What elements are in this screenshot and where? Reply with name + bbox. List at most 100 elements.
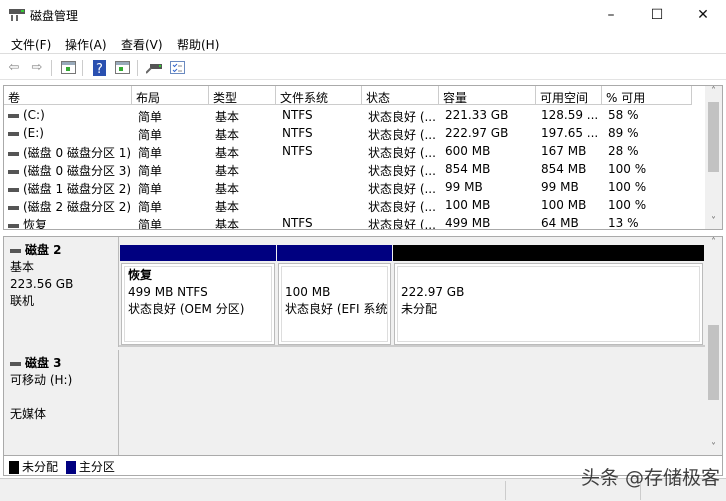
column-header-free-space[interactable]: 可用空间 [536, 86, 602, 105]
table-row[interactable]: (E:) 简单 基本 NTFS 状态良好 (... 222.97 GB 197.65 ...… [4, 124, 704, 142]
volume-name-cell: (磁盘 2 磁盘分区 2) [8, 198, 131, 215]
table-row[interactable]: 恢复 简单 基本 NTFS 状态良好 (... 499 MB 64 MB 13 % [4, 214, 704, 230]
table-row[interactable]: (磁盘 0 磁盘分区 1) 简单 基本 NTFS 状态良好 (... 600 MB 167 … [4, 142, 704, 160]
disk-info-panel[interactable]: 磁盘 3 可移动 (H:) 无媒体 [4, 350, 119, 455]
menu-help[interactable]: 帮助(H) [177, 36, 219, 53]
volume-name-cell: (磁盘 0 磁盘分区 1) [8, 144, 131, 161]
maximize-button[interactable]: ☐ [634, 0, 680, 30]
table-cell: 854 MB [541, 162, 587, 176]
table-cell: 状态良好 (... [368, 200, 436, 214]
table-cell: 基本 [215, 182, 240, 196]
table-cell: 167 MB [541, 144, 587, 158]
disk-graphical-view: 磁盘 2 基本 223.56 GB 联机 恢复 499 MB NTFS 状态良好 (… [3, 236, 723, 456]
scroll-up-icon[interactable]: ˄ [705, 237, 722, 248]
partition-efi[interactable]: 100 MB 状态良好 (EFI 系统 [277, 245, 392, 345]
forward-icon[interactable]: ⇨ [28, 59, 46, 76]
column-header-layout[interactable]: 布局 [132, 86, 209, 105]
column-header-filesystem[interactable]: 文件系统 [276, 86, 362, 105]
table-cell: 状态良好 (... [368, 110, 436, 124]
table-cell: NTFS [282, 126, 313, 140]
volume-name-cell: (C:) [8, 108, 45, 122]
legend-label-primary: 主分区 [78, 460, 115, 474]
table-cell: NTFS [282, 216, 313, 230]
volume-icon [8, 187, 19, 192]
table-cell: 99 MB [541, 180, 579, 194]
table-cell: 499 MB [445, 216, 491, 230]
show-hide-console-tree-icon[interactable] [59, 59, 77, 76]
table-row[interactable]: (C:) 简单 基本 NTFS 状态良好 (... 221.33 GB 128.59 ...… [4, 106, 704, 124]
menu-action[interactable]: 操作(A) [65, 36, 107, 53]
table-row[interactable]: (磁盘 1 磁盘分区 2) 简单 基本 状态良好 (... 99 MB 99 MB 100 … [4, 178, 704, 196]
table-cell: 基本 [215, 128, 240, 142]
legend-label-unallocated: 未分配 [22, 460, 59, 474]
toolbar-separator [51, 60, 52, 76]
disk-size: 223.56 GB [10, 277, 74, 291]
volume-name-cell: (磁盘 0 磁盘分区 3) [8, 162, 131, 179]
svg-text:?: ? [96, 62, 103, 76]
partition-status: 状态良好 (EFI 系统 [285, 302, 388, 316]
watermark: 头条 @存储极客 [580, 467, 720, 489]
volume-name: (磁盘 2 磁盘分区 2) [23, 200, 132, 214]
back-icon[interactable]: ⇦ [5, 59, 23, 76]
table-cell: 128.59 ... [541, 108, 599, 122]
partition-primary-bar [120, 245, 276, 261]
table-cell: 64 MB [541, 216, 579, 230]
volume-name: (C:) [23, 108, 45, 122]
table-cell: 221.33 GB [445, 108, 509, 122]
scrollbar-thumb[interactable] [708, 102, 719, 172]
table-cell: 基本 [215, 164, 240, 178]
partition-size: 222.97 GB [401, 285, 465, 299]
menu-view[interactable]: 查看(V) [121, 36, 163, 53]
volume-name: (E:) [23, 126, 44, 140]
table-row[interactable]: (磁盘 2 磁盘分区 2) 简单 基本 状态良好 (... 100 MB 100 MB 10… [4, 196, 704, 214]
table-cell: 197.65 ... [541, 126, 599, 140]
table-cell: 简单 [138, 128, 163, 142]
disk-name: 磁盘 2 [25, 243, 62, 257]
toolbar-separator [82, 60, 83, 76]
partition-recovery[interactable]: 恢复 499 MB NTFS 状态良好 (OEM 分区) [120, 245, 276, 345]
table-cell: 简单 [138, 164, 163, 178]
volume-name-cell: 恢复 [8, 216, 47, 229]
table-cell: 100 % [608, 180, 647, 194]
table-row[interactable]: (磁盘 0 磁盘分区 3) 简单 基本 状态良好 (... 854 MB 854 MB 10… [4, 160, 704, 178]
volume-list-scrollbar[interactable]: ˄ ˅ [705, 86, 722, 229]
table-cell: NTFS [282, 108, 313, 122]
table-cell: 100 MB [541, 198, 587, 212]
toolbar-separator [137, 60, 138, 76]
column-header-capacity[interactable]: 容量 [439, 86, 536, 105]
column-header-status[interactable]: 状态 [362, 86, 439, 105]
scrollbar-thumb[interactable] [708, 325, 719, 400]
column-header-percent-free[interactable]: % 可用 [602, 86, 692, 105]
connect-disk-icon[interactable] [145, 59, 163, 76]
table-cell: 基本 [215, 218, 240, 230]
table-cell: 简单 [138, 110, 163, 124]
table-cell: 基本 [215, 200, 240, 214]
help-icon[interactable]: ? [90, 59, 108, 76]
disk-type: 基本 [10, 260, 35, 274]
scroll-up-icon[interactable]: ˄ [705, 86, 722, 97]
table-cell: 58 % [608, 108, 639, 122]
partition-unallocated[interactable]: 222.97 GB 未分配 [393, 245, 704, 345]
scroll-down-icon[interactable]: ˅ [705, 442, 722, 453]
table-cell: 简单 [138, 200, 163, 214]
volume-icon [8, 169, 19, 174]
disk-icon [10, 361, 21, 366]
minimize-button[interactable]: – [588, 0, 634, 30]
table-cell: 854 MB [445, 162, 491, 176]
disk-management-icon [9, 9, 25, 21]
properties-icon[interactable] [168, 59, 186, 76]
volume-icon [8, 113, 19, 118]
volume-name-cell: (E:) [8, 126, 44, 140]
show-hide-action-pane-icon[interactable] [113, 59, 131, 76]
disk-icon [10, 248, 21, 253]
scroll-down-icon[interactable]: ˅ [705, 216, 722, 227]
table-cell: 100 % [608, 198, 647, 212]
volume-list: 卷 布局 类型 文件系统 状态 容量 可用空间 % 可用 (C:) 简单 基本 NTF… [3, 85, 723, 230]
column-header-type[interactable]: 类型 [209, 86, 276, 105]
column-header-volume[interactable]: 卷 [4, 86, 132, 105]
table-cell: 13 % [608, 216, 639, 230]
disk-view-scrollbar[interactable]: ˄ ˅ [705, 237, 722, 455]
disk-info-panel[interactable]: 磁盘 2 基本 223.56 GB 联机 [4, 237, 119, 347]
close-button[interactable]: ✕ [680, 0, 726, 30]
menu-file[interactable]: 文件(F) [11, 36, 51, 53]
